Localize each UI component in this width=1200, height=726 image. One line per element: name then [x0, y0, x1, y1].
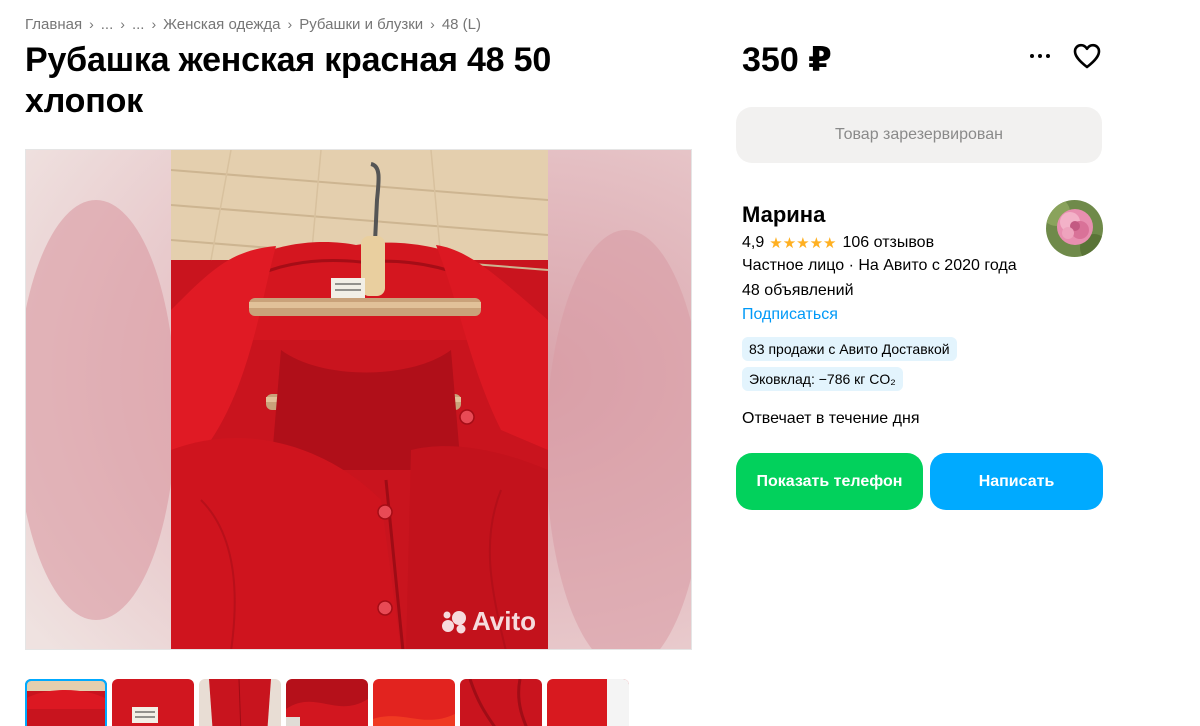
breadcrumb: Главная › ... › ... › Женская одежда › Р… [25, 14, 481, 34]
seller-listings-count[interactable]: 48 объявлений [742, 282, 854, 300]
thumbnail-6[interactable] [460, 679, 542, 726]
breadcrumb-separator: › [120, 16, 125, 32]
seller-rating: 4,9 [742, 234, 765, 251]
avito-watermark-text: Avito [471, 606, 536, 636]
breadcrumb-size[interactable]: 48 (L) [442, 16, 481, 33]
seller-type-since: Частное лицо · На Авито с 2020 года [742, 257, 1017, 274]
main-photo-gallery[interactable]: Avito [25, 149, 692, 650]
more-dots-icon[interactable] [1024, 44, 1056, 68]
rating-stars-icon: ★★★★★ [769, 235, 837, 252]
seller-avatar[interactable] [1046, 200, 1103, 257]
subscribe-link[interactable]: Подписаться [742, 306, 838, 324]
seller-name[interactable]: Марина [742, 202, 825, 228]
main-photo: Avito [171, 150, 548, 649]
thumbnail-strip [25, 679, 629, 726]
breadcrumb-womens-clothing[interactable]: Женская одежда [163, 16, 280, 33]
thumbnail-7[interactable] [547, 679, 629, 726]
thumbnail-4[interactable] [286, 679, 368, 726]
response-time: Отвечает в течение дня [742, 410, 920, 427]
heart-icon[interactable] [1072, 42, 1102, 70]
thumbnail-2[interactable] [112, 679, 194, 726]
breadcrumb-separator: › [430, 16, 435, 32]
seller-rating-row: 4,9 ★★★★★ 106 отзывов [742, 233, 934, 253]
breadcrumb-home[interactable]: Главная [25, 16, 82, 33]
delivery-sales-badge[interactable]: 83 продажи с Авито Доставкой [742, 337, 957, 361]
write-message-button[interactable]: Написать [930, 453, 1103, 510]
breadcrumb-shirts-blouses[interactable]: Рубашки и блузки [299, 16, 423, 33]
listing-title: Рубашка женская красная 48 50 хлопок [25, 41, 552, 120]
eco-contribution-badge[interactable]: Эковклад: −786 кг CO₂ [742, 367, 903, 391]
seller-reviews-link[interactable]: 106 отзывов [843, 234, 935, 252]
avito-logo-icon [441, 610, 466, 633]
show-phone-button[interactable]: Показать телефон [736, 453, 923, 510]
thumbnail-3[interactable] [199, 679, 281, 726]
breadcrumb-collapsed-2[interactable]: ... [132, 16, 145, 33]
thumbnail-5[interactable] [373, 679, 455, 726]
listing-price: 350 ₽ [742, 41, 832, 79]
breadcrumb-separator: › [89, 16, 94, 32]
breadcrumb-collapsed-1[interactable]: ... [101, 16, 114, 33]
reserved-status-button[interactable]: Товар зарезервирован [736, 107, 1102, 163]
breadcrumb-separator: › [287, 16, 293, 32]
thumbnail-1[interactable] [25, 679, 107, 726]
avito-watermark: Avito [440, 606, 536, 637]
breadcrumb-separator: › [151, 16, 157, 32]
